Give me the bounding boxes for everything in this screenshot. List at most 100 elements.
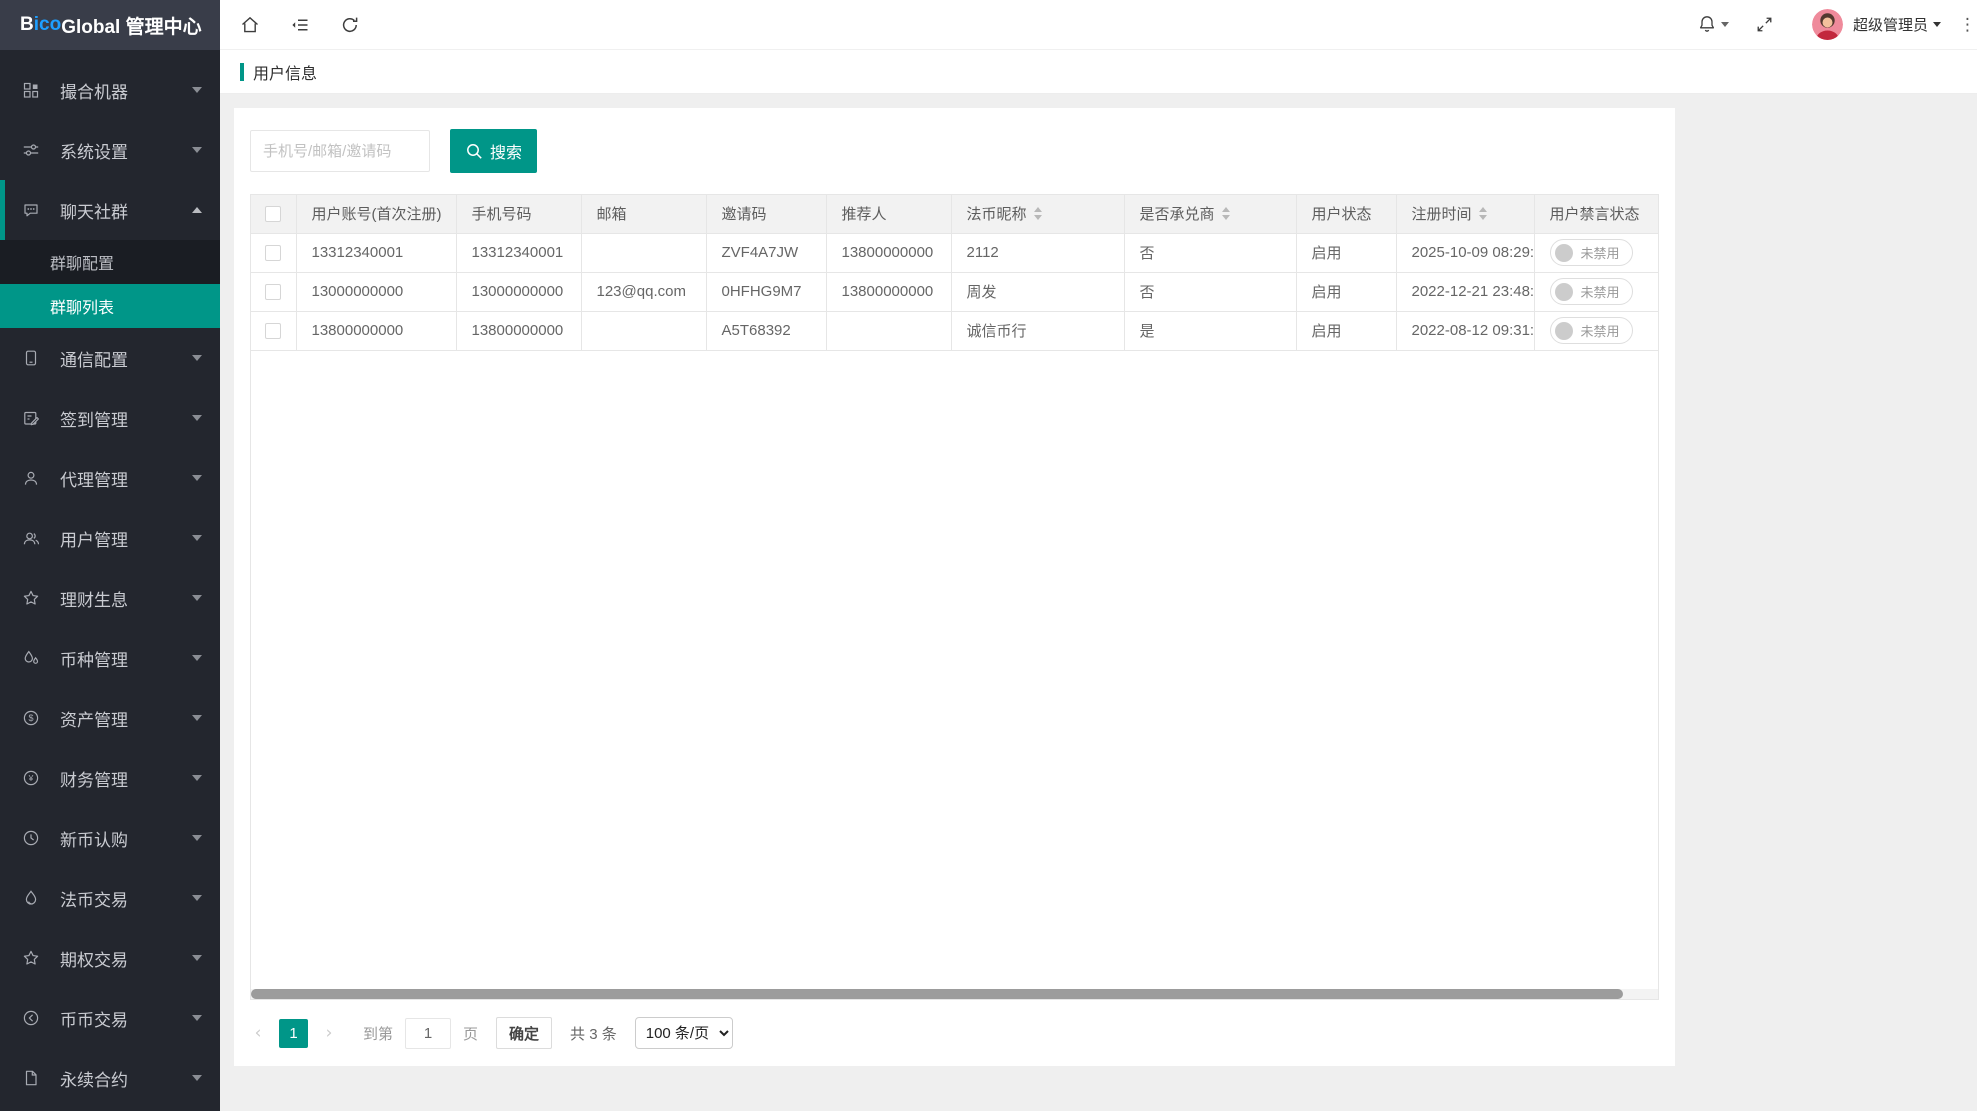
row-checkbox[interactable] — [265, 245, 281, 261]
toggle-knob-icon — [1555, 322, 1573, 340]
logo-text-b: B — [20, 14, 34, 36]
scrollbar-thumb[interactable] — [251, 989, 1623, 999]
table-cell: ZVF4A7JW — [706, 233, 826, 272]
sidebar-item-label: 永续合约 — [60, 1066, 192, 1091]
svg-text:$: $ — [28, 713, 33, 723]
page-size-select[interactable]: 100 条/页 — [635, 1017, 733, 1049]
column-header-label: 邮箱 — [597, 203, 627, 224]
search-row: 搜索 — [250, 129, 1659, 173]
search-input[interactable] — [250, 130, 430, 172]
sidebar-item-label: 系统设置 — [60, 138, 192, 163]
star-icon — [22, 589, 44, 607]
sidebar-item[interactable]: 币种管理 — [0, 628, 220, 688]
bell-icon — [1697, 14, 1717, 35]
sidebar: Bico Global 管理中心 撮合机器系统设置聊天社群群聊配置群聊列表通信配… — [0, 0, 220, 1111]
sidebar-item[interactable]: 系统设置 — [0, 120, 220, 180]
sidebar-item[interactable]: 代理管理 — [0, 448, 220, 508]
chevron-down-icon — [192, 895, 202, 901]
svg-text:¥: ¥ — [28, 773, 34, 783]
chat-icon — [22, 201, 44, 219]
more-options-icon[interactable]: ⋮ — [1959, 16, 1971, 33]
column-header: 注册时间 — [1396, 195, 1534, 233]
sort-icon[interactable] — [1222, 207, 1230, 220]
home-icon[interactable] — [240, 15, 260, 35]
chevron-down-icon — [1721, 22, 1729, 27]
toggle-knob-icon — [1555, 283, 1573, 301]
logo-text-ico: ico — [34, 14, 61, 36]
row-checkbox[interactable] — [265, 284, 281, 300]
sidebar-item[interactable]: 理财生息 — [0, 568, 220, 628]
confirm-page-button[interactable]: 确定 — [496, 1017, 552, 1049]
table-cell: 周发 — [951, 272, 1124, 311]
sort-icon[interactable] — [1034, 207, 1042, 220]
column-header-label: 邀请码 — [722, 203, 767, 224]
table-cell — [581, 311, 706, 350]
sidebar-item[interactable]: 通信配置 — [0, 328, 220, 388]
page-unit-label: 页 — [463, 1023, 478, 1044]
column-header: 用户状态 — [1296, 195, 1396, 233]
sidebar-item[interactable]: $资产管理 — [0, 688, 220, 748]
table-cell: 13312340001 — [456, 233, 581, 272]
sidebar-item[interactable]: 法币交易 — [0, 868, 220, 928]
prev-page-icon[interactable]: ‹ — [250, 1023, 266, 1043]
sidebar-item[interactable]: 聊天社群 — [0, 180, 220, 240]
fullscreen-icon[interactable] — [1755, 15, 1774, 34]
star-icon — [22, 949, 44, 967]
notifications-button[interactable] — [1697, 14, 1729, 35]
sidebar-item-label: 期权交易 — [60, 946, 192, 971]
sidebar-item-label: 撮合机器 — [60, 78, 192, 103]
column-header-label: 用户账号(首次注册) — [312, 203, 442, 224]
sidebar-item[interactable]: 新币认购 — [0, 808, 220, 868]
sidebar-item[interactable]: 撮合机器 — [0, 60, 220, 120]
user-menu[interactable]: 超级管理员 — [1853, 14, 1941, 35]
column-header-label: 手机号码 — [472, 203, 532, 224]
goto-page-input[interactable] — [405, 1018, 451, 1049]
table-cell: 诚信币行 — [951, 311, 1124, 350]
table-cell — [826, 311, 951, 350]
sidebar-subitem[interactable]: 群聊列表 — [0, 284, 220, 328]
ban-status-toggle[interactable]: 未禁用 — [1550, 317, 1633, 344]
table-cell: 2022-12-21 23:48:43 — [1396, 272, 1534, 311]
search-button[interactable]: 搜索 — [450, 129, 537, 173]
chevron-down-icon — [192, 1015, 202, 1021]
table-cell: 13000000000 — [456, 272, 581, 311]
column-header-label: 注册时间 — [1412, 203, 1472, 224]
sidebar-item[interactable]: ¥财务管理 — [0, 748, 220, 808]
ban-status-toggle[interactable]: 未禁用 — [1550, 278, 1633, 305]
agent-icon — [22, 469, 44, 487]
chevron-down-icon — [192, 775, 202, 781]
sidebar-item[interactable]: 币币交易 — [0, 988, 220, 1048]
table-cell: 13800000000 — [296, 311, 456, 350]
sidebar-item[interactable]: 永续合约 — [0, 1048, 220, 1108]
avatar[interactable] — [1812, 9, 1843, 40]
sidebar-item[interactable]: 期权交易 — [0, 928, 220, 988]
column-header: 法币昵称 — [951, 195, 1124, 233]
table-row: 1380000000013800000000A5T68392诚信币行是启用202… — [251, 311, 1659, 350]
column-header: 用户账号(首次注册) — [296, 195, 456, 233]
ban-status-toggle[interactable]: 未禁用 — [1550, 239, 1633, 266]
grid-icon — [22, 81, 44, 99]
clock-icon — [22, 829, 44, 847]
sidebar-item[interactable]: 用户管理 — [0, 508, 220, 568]
collapse-menu-icon[interactable] — [290, 15, 310, 35]
ban-status-label: 未禁用 — [1581, 282, 1620, 301]
total-count-label: 共 3 条 — [570, 1023, 617, 1044]
file-icon — [22, 1069, 44, 1087]
refresh-icon[interactable] — [340, 15, 360, 35]
select-all-checkbox[interactable] — [265, 206, 281, 222]
current-page-button[interactable]: 1 — [279, 1019, 308, 1048]
sort-icon[interactable] — [1479, 207, 1487, 220]
sidebar-item-label: 代理管理 — [60, 466, 192, 491]
row-checkbox[interactable] — [265, 323, 281, 339]
table-row: 1331234000113312340001ZVF4A7JW1380000000… — [251, 233, 1659, 272]
sidebar-subitem[interactable]: 群聊配置 — [0, 240, 220, 284]
next-page-icon[interactable]: › — [321, 1023, 337, 1043]
flame-icon — [22, 889, 44, 907]
column-header: 手机号码 — [456, 195, 581, 233]
sidebar-item[interactable]: 签到管理 — [0, 388, 220, 448]
search-icon — [465, 142, 483, 160]
chevron-down-icon — [192, 715, 202, 721]
ban-status-cell: 未禁用 — [1534, 233, 1659, 272]
table-container: 用户账号(首次注册)手机号码邮箱邀请码推荐人法币昵称是否承兑商用户状态注册时间用… — [250, 194, 1659, 1000]
table-header-row: 用户账号(首次注册)手机号码邮箱邀请码推荐人法币昵称是否承兑商用户状态注册时间用… — [251, 195, 1659, 233]
